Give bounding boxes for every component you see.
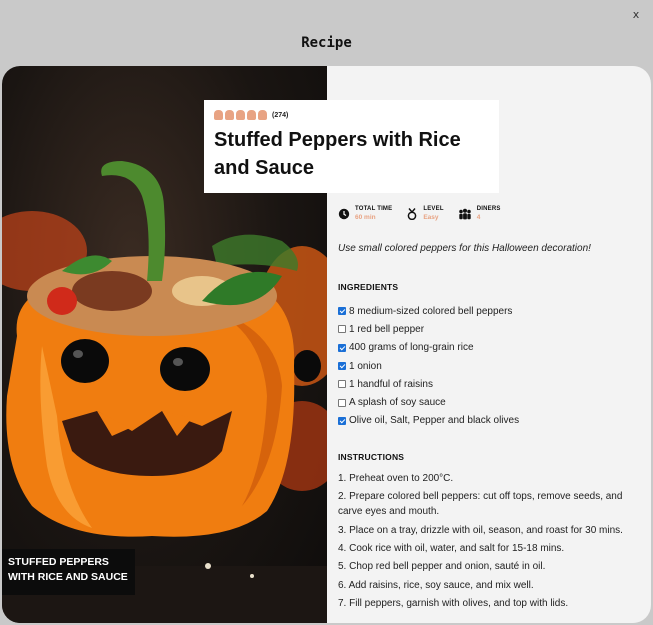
meta-total-time: TOTAL TIME 60 min <box>338 206 392 221</box>
ingredient-label: 1 handful of raisins <box>349 378 433 390</box>
ingredient-label: Olive oil, Salt, Pepper and black olives <box>349 415 520 427</box>
title-box: (274) Stuffed Peppers with Rice and Sauc… <box>204 100 499 193</box>
ingredient-label: 400 grams of long-grain rice <box>349 342 474 354</box>
ingredient-checkbox[interactable] <box>338 343 346 352</box>
ingredient-checkbox[interactable] <box>338 325 346 334</box>
rating[interactable]: (274) <box>214 110 489 120</box>
close-button[interactable]: x <box>631 8 641 21</box>
ingredient-item[interactable]: 1 handful of raisins <box>338 375 643 393</box>
meta-value: 60 min <box>355 214 376 221</box>
star-icon[interactable] <box>214 110 223 120</box>
ingredient-item[interactable]: 1 onion <box>338 357 643 375</box>
meta-label: LEVEL <box>423 206 444 212</box>
ingredient-checkbox[interactable] <box>338 398 346 407</box>
ingredient-label: 8 medium-sized colored bell peppers <box>349 305 513 317</box>
recipe-card: STUFFED PEPPERS WITH RICE AND SAUCE (274… <box>2 66 651 623</box>
meta-value: 4 <box>476 214 481 221</box>
ingredient-checkbox[interactable] <box>338 416 346 425</box>
ingredient-item[interactable]: 8 medium-sized colored bell peppers <box>338 302 643 320</box>
ingredient-item[interactable]: Olive oil, Salt, Pepper and black olives <box>338 412 643 430</box>
instructions-title: INSTRUCTIONS <box>338 452 405 463</box>
star-icon[interactable] <box>225 110 234 120</box>
instruction-step: 3. Place on a tray, drizzle with oil, se… <box>338 524 623 536</box>
recipe-tip: Use small colored peppers for this Hallo… <box>338 243 591 254</box>
instruction-step: 7. Fill peppers, garnish with olives, an… <box>338 597 569 609</box>
meta-label: DINERS <box>476 206 501 212</box>
instruction-step: 2. Prepare colored bell peppers: cut off… <box>338 491 623 518</box>
modal-title: Recipe <box>301 35 352 51</box>
instruction-step: 4. Cook rice with oil, water, and salt f… <box>338 542 565 554</box>
instruction-step: 1. Preheat oven to 200°C. <box>338 473 454 485</box>
ingredient-item[interactable]: 400 grams of long-grain rice <box>338 339 643 357</box>
ingredient-checkbox[interactable] <box>338 362 346 371</box>
recipe-title: Stuffed Peppers with Rice and Sauce <box>214 129 461 179</box>
instruction-step: 5. Chop red bell pepper and onion, sauté… <box>338 561 546 573</box>
instruction-step: 6. Add raisins, rice, soy sauce, and mix… <box>338 579 534 591</box>
star-icon[interactable] <box>247 110 256 120</box>
meta-value: Easy <box>423 214 439 221</box>
ingredient-checkbox[interactable] <box>338 380 346 389</box>
recipe-meta: TOTAL TIME 60 min LEVEL Easy DINERS 4 <box>338 206 643 221</box>
ingredient-checkbox[interactable] <box>338 307 346 316</box>
ingredient-item[interactable]: 1 red bell pepper <box>338 320 643 338</box>
star-icon[interactable] <box>258 110 267 120</box>
ingredient-label: 1 red bell pepper <box>349 323 425 335</box>
meta-diners: DINERS 4 <box>458 206 501 221</box>
meta-label: TOTAL TIME <box>355 206 393 212</box>
ingredients-title: INGREDIENTS <box>338 282 399 292</box>
clock-icon <box>338 208 350 220</box>
recipe-content: TOTAL TIME 60 min LEVEL Easy DINERS 4 Us… <box>338 206 643 614</box>
ingredient-label: A splash of soy sauce <box>349 397 446 409</box>
meta-level: LEVEL Easy <box>406 206 443 221</box>
instructions-list: 1. Preheat oven to 200°C. 2. Prepare col… <box>338 471 643 611</box>
ingredient-label: 1 onion <box>349 360 382 372</box>
ingredients-list: 8 medium-sized colored bell peppers 1 re… <box>338 302 643 430</box>
star-icon[interactable] <box>236 110 245 120</box>
ingredient-item[interactable]: A splash of soy sauce <box>338 393 643 411</box>
people-icon <box>458 208 471 220</box>
rating-count: (274) <box>272 111 289 119</box>
photo-caption: STUFFED PEPPERS WITH RICE AND SAUCE <box>2 549 135 595</box>
medal-icon <box>407 208 417 220</box>
